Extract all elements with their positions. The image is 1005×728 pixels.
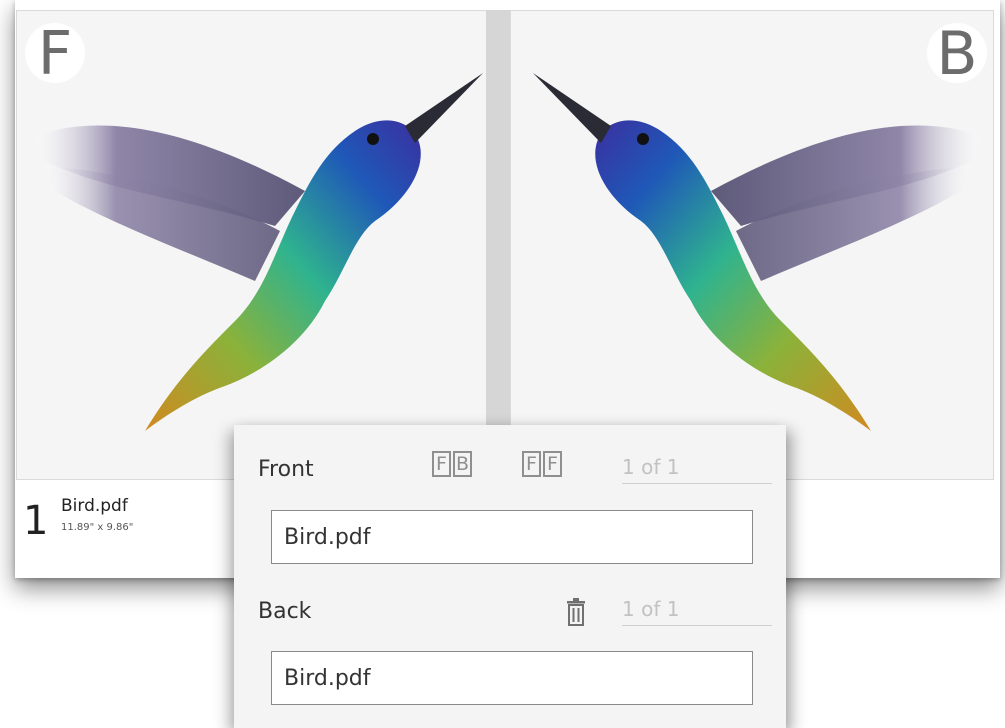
- back-file-field[interactable]: Bird.pdf: [271, 651, 753, 705]
- file-size: 11.89" x 9.86": [61, 522, 134, 533]
- trash-icon[interactable]: [564, 597, 588, 627]
- front-page-counter[interactable]: 1 of 1: [622, 455, 772, 484]
- front-badge: F: [25, 23, 85, 85]
- back-badge: B: [927, 23, 987, 85]
- fb-cell-b: B: [453, 451, 472, 477]
- panel-divider: [486, 10, 510, 478]
- fb-cell-f: F: [432, 451, 451, 477]
- front-preview[interactable]: F: [16, 10, 487, 480]
- side-assignment-popup: Front F B F F 1 of 1 Bird.pdf Back 1 of …: [234, 425, 786, 728]
- hummingbird-image-front: [35, 73, 483, 432]
- back-page-counter[interactable]: 1 of 1: [622, 597, 772, 626]
- front-back-layout-icon[interactable]: F B: [432, 451, 472, 477]
- back-preview[interactable]: B: [510, 10, 994, 480]
- front-label: Front: [258, 457, 314, 482]
- front-front-layout-icon[interactable]: F F: [522, 451, 562, 477]
- back-label: Back: [258, 599, 312, 624]
- ff-cell-2: F: [543, 451, 562, 477]
- ff-cell-1: F: [522, 451, 541, 477]
- page-index: 1: [23, 498, 49, 544]
- hummingbird-image-back: [533, 73, 981, 432]
- file-name: Bird.pdf: [61, 496, 128, 516]
- front-file-field[interactable]: Bird.pdf: [271, 510, 753, 564]
